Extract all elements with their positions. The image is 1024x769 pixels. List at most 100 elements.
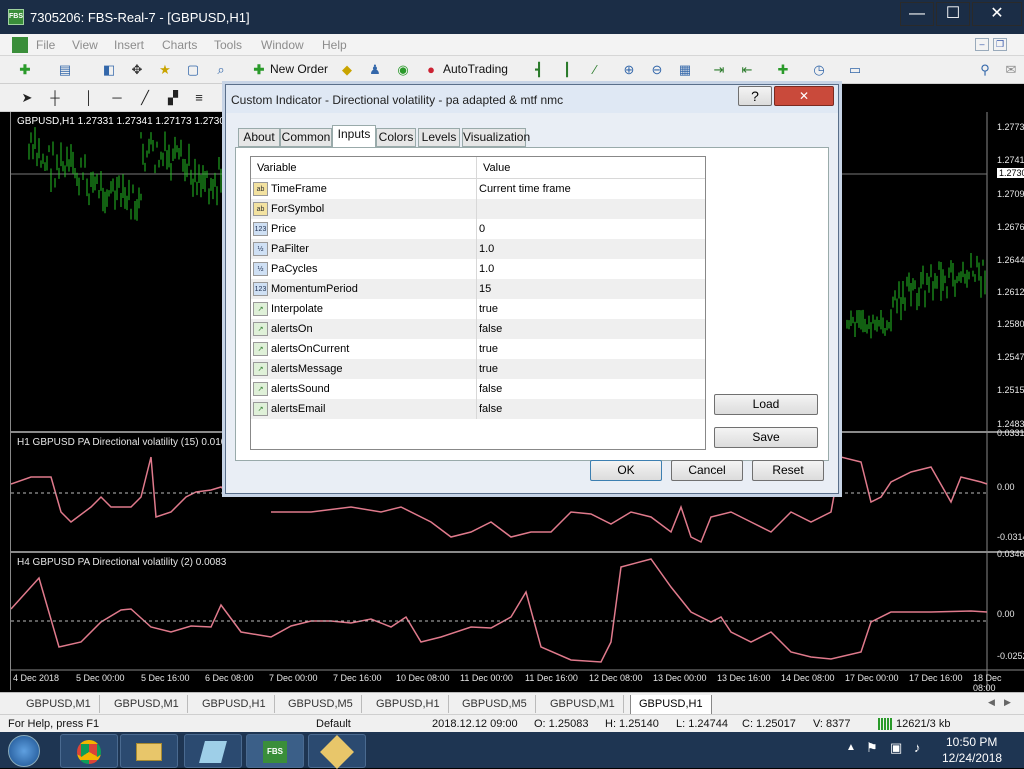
data-window-icon[interactable]: ✥ <box>128 61 146 79</box>
symbol-tab[interactable]: GBPUSD,M5 <box>454 695 536 713</box>
tile-windows-icon[interactable]: ▦ <box>676 61 694 79</box>
templates-icon[interactable]: ▭ <box>846 61 864 79</box>
show-hidden-icons-icon[interactable]: ▲ <box>846 742 856 753</box>
volume-icon[interactable]: ♪ <box>914 740 921 755</box>
scroll-left-icon[interactable]: ◀ <box>988 697 995 708</box>
input-value[interactable]: true <box>479 303 498 315</box>
maximize-button[interactable]: ☐ <box>936 2 970 26</box>
symbol-tab[interactable]: GBPUSD,M1 <box>18 695 100 713</box>
input-row[interactable]: ↗ Interpolate true <box>251 299 705 319</box>
symbol-tab[interactable]: GBPUSD,H1 <box>194 695 275 713</box>
chat-icon[interactable]: ✉ <box>1002 61 1020 79</box>
autoscroll-icon[interactable]: ⇤ <box>738 61 756 79</box>
meta-editor-icon[interactable]: ◆ <box>338 61 356 79</box>
tab-colors[interactable]: Colors <box>376 128 416 147</box>
chrome-icon[interactable] <box>60 734 118 768</box>
tab-about[interactable]: About <box>238 128 280 147</box>
market-watch-icon[interactable]: ◧ <box>100 61 118 79</box>
minimize-button[interactable]: — <box>900 2 934 26</box>
input-row[interactable]: ab ForSymbol <box>251 199 705 219</box>
input-value[interactable]: 1.0 <box>479 243 494 255</box>
menu-file[interactable]: File <box>36 38 55 52</box>
trendline-icon[interactable]: ╱ <box>136 89 154 107</box>
input-row[interactable]: ½ PaFilter 1.0 <box>251 239 705 259</box>
notes-icon[interactable] <box>184 734 242 768</box>
input-value[interactable]: 0 <box>479 223 485 235</box>
input-row[interactable]: ↗ alertsOn false <box>251 319 705 339</box>
start-button-icon[interactable] <box>8 735 40 767</box>
symbol-tab[interactable]: GBPUSD,M5 <box>280 695 362 713</box>
periods-icon[interactable]: ◷ <box>810 61 828 79</box>
clock-time[interactable]: 10:50 PM <box>946 735 997 749</box>
bar-chart-icon[interactable]: ┫ <box>530 61 548 79</box>
installer-icon[interactable] <box>308 734 366 769</box>
tab-levels[interactable]: Levels <box>418 128 460 147</box>
input-row[interactable]: ↗ alertsOnCurrent true <box>251 339 705 359</box>
pane-separator[interactable] <box>11 551 1024 553</box>
tab-common[interactable]: Common <box>280 128 332 147</box>
input-row[interactable]: ab TimeFrame Current time frame <box>251 179 705 199</box>
dialog-close-button[interactable]: ✕ <box>774 86 834 106</box>
channel-icon[interactable]: ▞ <box>164 89 182 107</box>
network-icon[interactable]: ▣ <box>890 740 902 756</box>
zoom-in-icon[interactable]: ⊕ <box>620 61 638 79</box>
fbs-taskbar-button[interactable]: FBS <box>246 734 304 768</box>
child-restore-icon[interactable]: ❐ <box>993 38 1007 51</box>
input-value[interactable]: false <box>479 323 502 335</box>
close-button[interactable]: ✕ <box>972 2 1022 26</box>
chart-shift-icon[interactable]: ⇥ <box>710 61 728 79</box>
navigator-icon[interactable]: ★ <box>156 61 174 79</box>
reset-button[interactable]: Reset <box>752 460 824 481</box>
load-button[interactable]: Load <box>714 394 818 415</box>
menu-insert[interactable]: Insert <box>114 38 144 52</box>
vps-icon[interactable]: ◉ <box>394 61 412 79</box>
input-value[interactable]: false <box>479 383 502 395</box>
input-value[interactable]: 1.0 <box>479 263 494 275</box>
symbol-tab[interactable]: GBPUSD,M1 <box>106 695 188 713</box>
help-button[interactable]: ? <box>738 86 772 106</box>
candles-icon[interactable]: ┃ <box>558 61 576 79</box>
symbol-tab[interactable]: GBPUSD,H1 <box>368 695 449 713</box>
input-value[interactable]: Current time frame <box>479 183 571 195</box>
file-explorer-icon[interactable] <box>120 734 178 768</box>
menu-charts[interactable]: Charts <box>162 38 197 52</box>
input-row[interactable]: ½ PaCycles 1.0 <box>251 259 705 279</box>
terminal-icon[interactable]: ▢ <box>184 61 202 79</box>
new-order-button[interactable]: New Order <box>270 62 328 76</box>
input-value[interactable]: true <box>479 343 498 355</box>
tab-visualization[interactable]: Visualization <box>462 128 530 147</box>
cursor-icon[interactable]: ➤ <box>18 89 36 107</box>
action-center-icon[interactable]: ⚑ <box>866 740 878 756</box>
input-row[interactable]: 123 MomentumPeriod 15 <box>251 279 705 299</box>
symbol-tab[interactable]: GBPUSD,M1 <box>542 695 624 713</box>
menu-window[interactable]: Window <box>261 38 304 52</box>
vertical-line-icon[interactable]: │ <box>80 89 98 107</box>
clock-date[interactable]: 12/24/2018 <box>942 751 1002 765</box>
input-row[interactable]: ↗ alertsEmail false <box>251 399 705 419</box>
tester-icon[interactable]: ⌕ <box>212 61 230 79</box>
ok-button[interactable]: OK <box>590 460 662 481</box>
save-button[interactable]: Save <box>714 427 818 448</box>
menu-tools[interactable]: Tools <box>214 38 242 52</box>
autotrading-icon[interactable]: ● <box>422 61 440 79</box>
horizontal-line-icon[interactable]: ─ <box>108 89 126 107</box>
crosshair-icon[interactable]: ┼ <box>46 89 64 107</box>
input-value[interactable]: 15 <box>479 283 491 295</box>
input-row[interactable]: ↗ alertsMessage true <box>251 359 705 379</box>
input-value[interactable]: false <box>479 403 502 415</box>
profiles-icon[interactable]: ▤ <box>56 61 74 79</box>
line-chart-icon[interactable]: ∕ <box>586 61 604 79</box>
autotrading-button[interactable]: AutoTrading <box>443 62 508 76</box>
menu-help[interactable]: Help <box>322 38 347 52</box>
input-row[interactable]: 123 Price 0 <box>251 219 705 239</box>
text-tool-icon[interactable]: ≡ <box>190 89 208 107</box>
search-icon[interactable]: ⚲ <box>976 61 994 79</box>
indicators-icon[interactable]: ✚ <box>774 61 792 79</box>
cancel-button[interactable]: Cancel <box>671 460 743 481</box>
signals-icon[interactable]: ♟ <box>366 61 384 79</box>
scroll-right-icon[interactable]: ▶ <box>1004 697 1011 708</box>
input-row[interactable]: ↗ alertsSound false <box>251 379 705 399</box>
input-value[interactable]: true <box>479 363 498 375</box>
new-chart-icon[interactable]: ✚ <box>16 61 34 79</box>
menu-view[interactable]: View <box>72 38 98 52</box>
